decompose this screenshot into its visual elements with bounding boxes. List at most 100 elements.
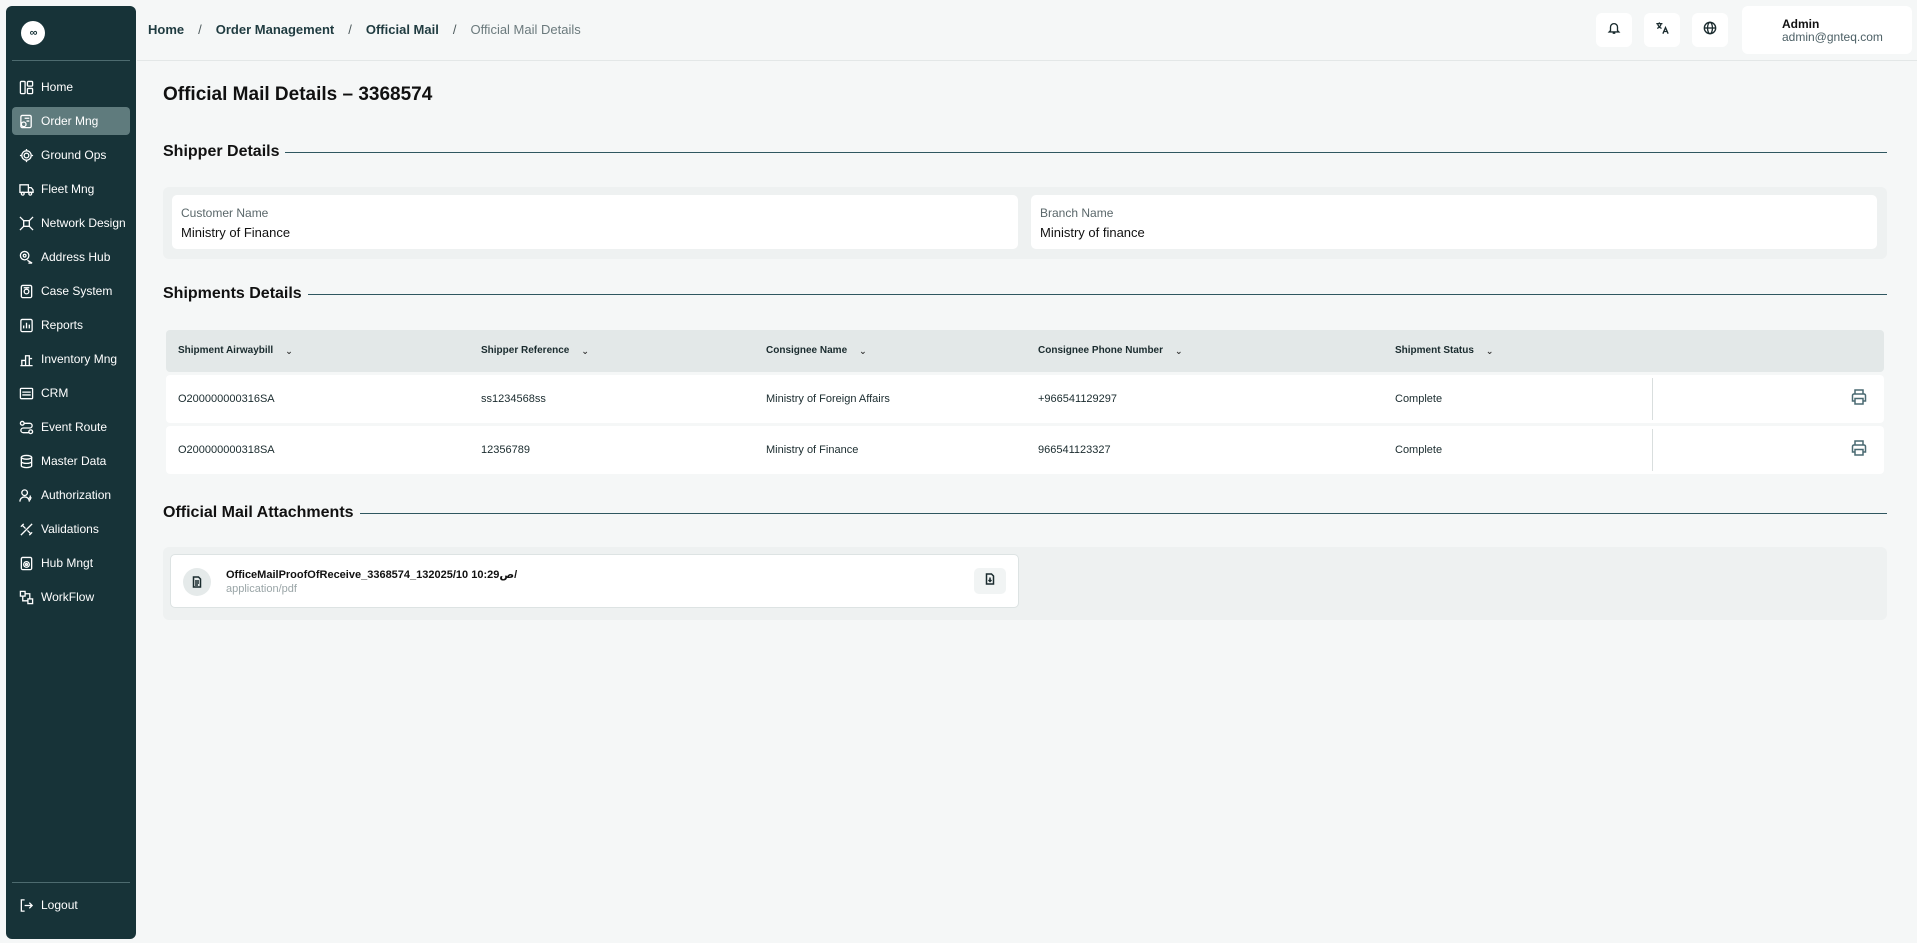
sidebar-item-order-mng[interactable]: Order Mng — [12, 107, 130, 135]
breadcrumb-home[interactable]: Home — [148, 22, 184, 37]
database-icon — [18, 453, 34, 469]
user-name: Admin — [1782, 17, 1820, 31]
printer-icon — [1850, 439, 1868, 462]
cell-airwaybill: O200000000316SA — [178, 393, 275, 405]
logo-area: ∞ — [12, 6, 130, 61]
sidebar-item-inventory-mng[interactable]: Inventory Mng — [12, 345, 130, 373]
column-header-shipper-reference[interactable]: Shipper Reference ⌄ — [481, 330, 589, 372]
breadcrumb: Home / Order Management / Official Mail … — [148, 22, 581, 37]
shipments-section-heading: Shipments Details — [163, 285, 1887, 303]
breadcrumb-current: Official Mail Details — [470, 22, 581, 37]
order-icon — [18, 113, 34, 129]
row-divider — [1652, 378, 1653, 420]
translate-icon — [1655, 21, 1669, 40]
sidebar-item-event-route[interactable]: Event Route — [12, 413, 130, 441]
section-title-text: Official Mail Attachments — [163, 504, 354, 521]
radar-icon — [18, 147, 34, 163]
sidebar-item-label: Network Design — [41, 216, 126, 230]
app-root: ∞ Home Order Mng Ground Ops Fleet Mng Ne… — [0, 0, 1917, 943]
sidebar-item-validations[interactable]: Validations — [12, 515, 130, 543]
bell-icon — [1607, 21, 1621, 40]
sidebar-item-address-hub[interactable]: Address Hub — [12, 243, 130, 271]
logout-button[interactable]: Logout — [12, 897, 130, 913]
sidebar-item-fleet-mng[interactable]: Fleet Mng — [12, 175, 130, 203]
field-label: Branch Name — [1040, 206, 1114, 220]
sidebar-item-hub-mngt[interactable]: Hub Mngt — [12, 549, 130, 577]
branch-name-field: Branch Name Ministry of finance — [1031, 195, 1877, 249]
breadcrumb-separator: / — [198, 22, 202, 37]
network-icon — [18, 215, 34, 231]
document-icon — [183, 568, 211, 596]
table-row: O200000000318SA 12356789 Ministry of Fin… — [166, 426, 1884, 474]
sidebar: ∞ Home Order Mng Ground Ops Fleet Mng Ne… — [6, 6, 136, 939]
chevron-down-icon[interactable]: ⌄ — [285, 330, 293, 372]
column-header-shipment-status[interactable]: Shipment Status ⌄ — [1395, 330, 1493, 372]
breadcrumb-order-management[interactable]: Order Management — [216, 22, 334, 37]
cell-shipper-reference: 12356789 — [481, 444, 530, 456]
inventory-icon — [18, 351, 34, 367]
logo-icon[interactable]: ∞ — [21, 21, 45, 45]
user-menu[interactable]: Admin admin@gnteq.com — [1742, 6, 1912, 54]
sidebar-item-case-system[interactable]: Case System — [12, 277, 130, 305]
column-label: Shipper Reference — [481, 345, 570, 356]
column-label: Shipment Airwaybill — [178, 345, 274, 356]
field-label: Customer Name — [181, 206, 269, 220]
translate-button[interactable] — [1644, 13, 1680, 47]
logout-label: Logout — [41, 898, 78, 912]
chevron-down-icon[interactable]: ⌄ — [859, 330, 867, 372]
sidebar-item-home[interactable]: Home — [12, 73, 130, 101]
row-divider — [1652, 429, 1653, 471]
column-header-consignee-name[interactable]: Consignee Name ⌄ — [766, 330, 867, 372]
download-attachment-button[interactable] — [974, 568, 1006, 594]
hub-icon — [18, 555, 34, 571]
cell-shipper-reference: ss1234568ss — [481, 393, 546, 405]
table-header: Shipment Airwaybill ⌄ Shipper Reference … — [166, 330, 1884, 372]
column-header-airwaybill[interactable]: Shipment Airwaybill ⌄ — [178, 330, 293, 372]
breadcrumb-official-mail[interactable]: Official Mail — [366, 22, 439, 37]
workflow-icon — [18, 589, 34, 605]
sidebar-item-authorization[interactable]: Authorization — [12, 481, 130, 509]
print-button[interactable] — [1848, 388, 1870, 410]
sidebar-item-label: Home — [41, 80, 74, 94]
cell-consignee-name: Ministry of Finance — [766, 444, 859, 456]
user-key-icon — [18, 487, 34, 503]
attachments-section-heading: Official Mail Attachments — [163, 504, 1887, 522]
table-row: O200000000316SA ss1234568ss Ministry of … — [166, 375, 1884, 423]
sidebar-item-label: WorkFlow — [41, 590, 95, 604]
language-button[interactable] — [1692, 13, 1728, 47]
printer-icon — [1850, 388, 1868, 411]
download-file-icon — [984, 572, 996, 590]
section-title-text: Shipper Details — [163, 143, 280, 160]
section-title-text: Shipments Details — [163, 285, 302, 302]
column-header-consignee-phone[interactable]: Consignee Phone Number ⌄ — [1038, 330, 1183, 372]
chevron-down-icon[interactable]: ⌄ — [1175, 330, 1183, 372]
sidebar-item-ground-ops[interactable]: Ground Ops — [12, 141, 130, 169]
case-icon — [18, 283, 34, 299]
sidebar-item-label: Fleet Mng — [41, 182, 95, 196]
attachment-name: OfficeMailProofOfReceive_3368574_13ص10:2… — [226, 569, 518, 581]
chevron-down-icon[interactable]: ⌄ — [581, 330, 589, 372]
sidebar-item-label: Master Data — [41, 454, 107, 468]
section-divider — [359, 512, 1887, 514]
sidebar-item-crm[interactable]: CRM — [12, 379, 130, 407]
notifications-button[interactable] — [1596, 13, 1632, 47]
sidebar-item-network-design[interactable]: Network Design — [12, 209, 130, 237]
shipper-section-heading: Shipper Details — [163, 143, 1887, 161]
cell-consignee-phone: 966541123327 — [1038, 444, 1111, 456]
map-pin-icon — [18, 249, 34, 265]
sidebar-item-label: Inventory Mng — [41, 352, 118, 366]
cell-shipment-status: Complete — [1395, 444, 1443, 456]
sidebar-item-reports[interactable]: Reports — [12, 311, 130, 339]
reports-icon — [18, 317, 34, 333]
sidebar-item-master-data[interactable]: Master Data — [12, 447, 130, 475]
page-title: Official Mail Details – 3368574 — [163, 84, 433, 105]
section-divider — [285, 151, 1887, 153]
chevron-down-icon[interactable]: ⌄ — [1486, 330, 1494, 372]
print-button[interactable] — [1848, 439, 1870, 461]
sidebar-nav: Home Order Mng Ground Ops Fleet Mng Netw… — [6, 61, 136, 617]
sidebar-item-workflow[interactable]: WorkFlow — [12, 583, 130, 611]
attachment-item[interactable]: OfficeMailProofOfReceive_3368574_13ص10:2… — [170, 554, 1019, 608]
sidebar-item-label: Event Route — [41, 420, 108, 434]
breadcrumb-separator: / — [452, 22, 457, 37]
shipments-table: Shipment Airwaybill ⌄ Shipper Reference … — [166, 330, 1884, 474]
